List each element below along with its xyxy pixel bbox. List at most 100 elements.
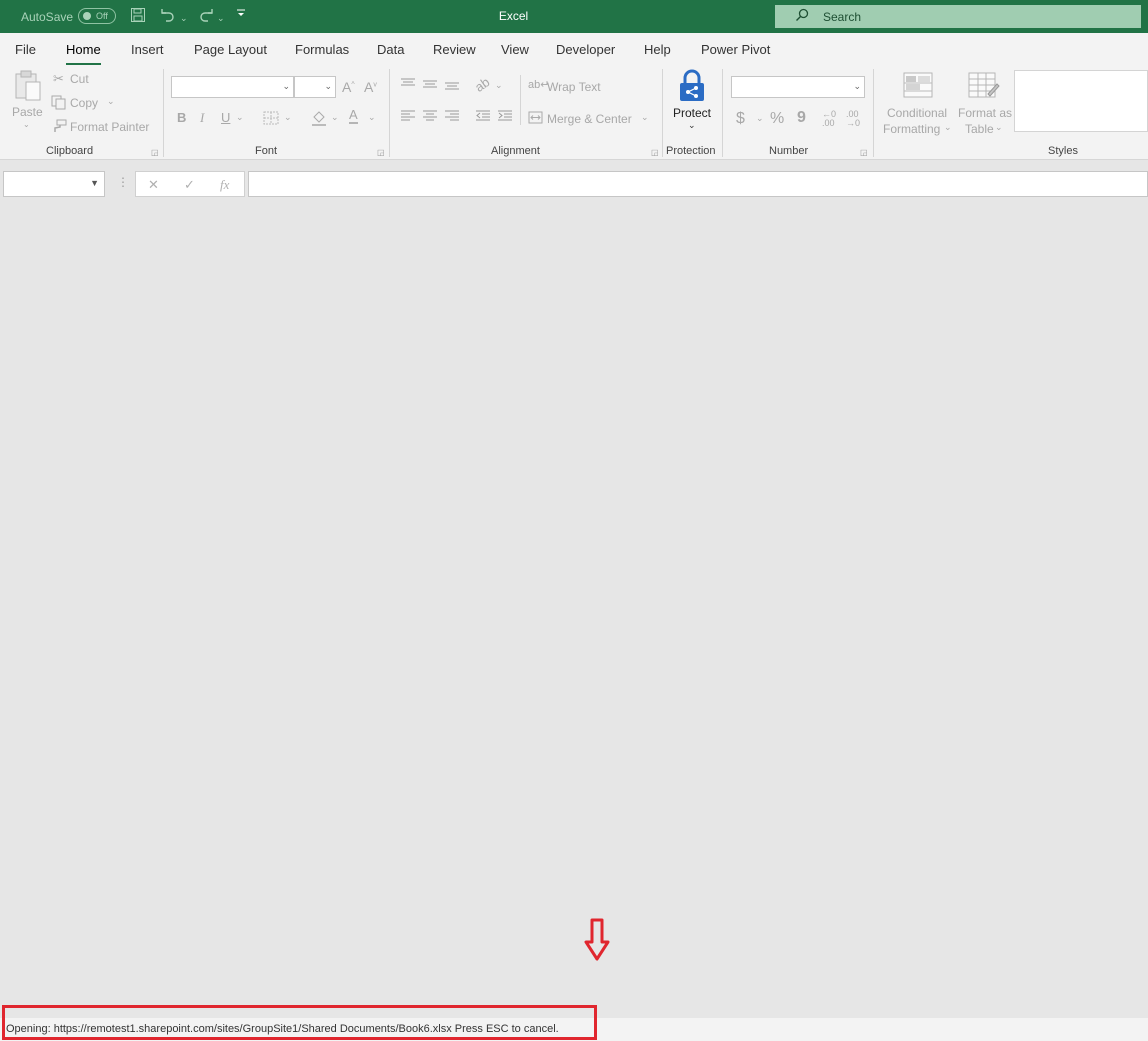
borders-dropdown-icon[interactable]: ⌄ <box>284 112 292 123</box>
orientation-dropdown-icon[interactable]: ⌄ <box>495 80 503 91</box>
underline-button[interactable]: U <box>221 110 230 125</box>
search-icon <box>795 8 809 25</box>
font-color-button[interactable]: A <box>349 108 358 124</box>
number-format-combo[interactable]: ⌄ <box>731 76 865 98</box>
clipboard-launcher-icon[interactable]: ◲ <box>151 148 159 157</box>
paste-icon[interactable] <box>13 70 43 105</box>
format-painter-button[interactable]: Format Painter <box>70 120 149 134</box>
search-placeholder: Search <box>823 10 862 24</box>
comma-style-button[interactable]: 9 <box>797 109 806 127</box>
format-painter-icon <box>52 119 67 136</box>
font-color-dropdown-icon[interactable]: ⌄ <box>368 112 376 123</box>
font-launcher-icon[interactable]: ◲ <box>377 148 385 157</box>
format-as-table-icon <box>968 72 1000 103</box>
tab-home[interactable]: Home <box>66 42 101 66</box>
tab-review[interactable]: Review <box>433 42 476 57</box>
orientation-icon[interactable]: ab <box>472 74 492 95</box>
group-label-clipboard: Clipboard <box>46 145 94 157</box>
increase-indent-icon[interactable] <box>497 110 513 125</box>
align-top-icon[interactable] <box>400 78 416 93</box>
conditional-formatting-label-2[interactable]: Formatting <box>883 122 940 136</box>
align-right-icon[interactable] <box>444 110 460 125</box>
group-label-alignment: Alignment <box>491 145 540 157</box>
currency-button[interactable]: $ <box>736 110 745 128</box>
conditional-formatting-icon <box>903 72 933 101</box>
divider <box>873 69 874 157</box>
merge-center-button[interactable]: Merge & Center <box>547 112 632 126</box>
alignment-launcher-icon[interactable]: ◲ <box>651 148 659 157</box>
paste-dropdown-icon[interactable]: ⌄ <box>23 120 30 129</box>
annotation-arrow-icon <box>584 918 610 965</box>
font-name-combo[interactable]: ⌄ <box>171 76 294 98</box>
divider <box>163 69 164 157</box>
ribbon-tabs: File Home Insert Page Layout Formulas Da… <box>0 33 1148 66</box>
divider <box>662 69 663 157</box>
protect-dropdown-icon[interactable]: ⌄ <box>688 120 696 131</box>
fill-color-dropdown-icon[interactable]: ⌄ <box>331 112 339 123</box>
tab-help[interactable]: Help <box>644 42 671 57</box>
title-bar: AutoSave Off ⌄ ⌄ Excel Search <box>0 0 1148 33</box>
workbook-area <box>0 206 1148 1018</box>
copy-button[interactable]: Copy <box>70 96 98 110</box>
group-label-font: Font <box>255 145 278 157</box>
percent-button[interactable]: % <box>770 110 784 128</box>
italic-button[interactable]: I <box>200 110 204 126</box>
group-label-protection: Protection <box>666 145 716 157</box>
format-as-table-label-2[interactable]: Table <box>965 122 994 136</box>
copy-icon <box>51 95 66 113</box>
paste-button[interactable]: Paste <box>12 105 43 119</box>
decrease-indent-icon[interactable] <box>475 110 491 125</box>
cut-button[interactable]: Cut <box>70 72 89 86</box>
tab-power-pivot[interactable]: Power Pivot <box>701 42 770 57</box>
tab-data[interactable]: Data <box>377 42 404 57</box>
conditional-formatting-label-1[interactable]: Conditional <box>887 106 947 120</box>
chevron-down-icon: ⌄ <box>853 81 861 91</box>
bold-button[interactable]: B <box>177 110 186 125</box>
chevron-down-icon: ⌄ <box>282 81 290 91</box>
font-size-combo[interactable]: ⌄ <box>294 76 336 98</box>
tab-page-layout[interactable]: Page Layout <box>194 42 267 57</box>
copy-dropdown-icon[interactable]: ⌄ <box>107 96 115 107</box>
tab-formulas[interactable]: Formulas <box>295 42 349 57</box>
tab-developer[interactable]: Developer <box>556 42 615 57</box>
name-box[interactable]: ▼ <box>3 171 105 197</box>
chevron-down-icon: ⌄ <box>324 81 332 91</box>
number-launcher-icon[interactable]: ◲ <box>860 148 868 157</box>
tab-file[interactable]: File <box>15 42 36 57</box>
wrap-text-button[interactable]: Wrap Text <box>547 80 601 94</box>
conditional-formatting-dropdown-icon[interactable]: ⌄ <box>944 122 952 133</box>
lock-share-icon[interactable] <box>676 69 708 106</box>
align-center-icon[interactable] <box>422 110 438 125</box>
annotation-highlight-box <box>2 1005 597 1040</box>
ribbon: Paste ⌄ ✂ Cut Copy ⌄ Format Painter Clip… <box>0 65 1148 160</box>
chevron-down-icon: ▼ <box>90 178 99 188</box>
decrease-font-icon[interactable]: Av <box>364 79 377 95</box>
cell-styles-gallery[interactable] <box>1014 70 1148 132</box>
cut-icon: ✂ <box>53 71 64 86</box>
search-box[interactable]: Search <box>775 5 1141 28</box>
format-as-table-label-1[interactable]: Format as <box>958 106 1012 120</box>
fill-color-icon[interactable] <box>310 109 328 130</box>
divider <box>389 69 390 157</box>
group-label-styles: Styles <box>1048 145 1078 157</box>
format-as-table-dropdown-icon[interactable]: ⌄ <box>995 122 1003 133</box>
enter-entry-icon[interactable]: ✓ <box>184 177 195 193</box>
protect-button[interactable]: Protect <box>673 106 711 120</box>
divider <box>722 69 723 157</box>
align-bottom-icon[interactable] <box>444 78 460 95</box>
cancel-entry-icon[interactable]: ✕ <box>148 177 159 193</box>
increase-decimal-icon[interactable]: ←0.00 <box>822 110 836 128</box>
underline-dropdown-icon[interactable]: ⌄ <box>236 112 244 123</box>
currency-dropdown-icon[interactable]: ⌄ <box>756 113 764 124</box>
increase-font-icon[interactable]: A^ <box>342 79 355 95</box>
tab-view[interactable]: View <box>501 42 529 57</box>
borders-icon[interactable] <box>263 111 279 128</box>
merge-dropdown-icon[interactable]: ⌄ <box>641 112 649 123</box>
tab-insert[interactable]: Insert <box>131 42 164 57</box>
insert-function-button[interactable]: fx <box>220 177 229 193</box>
formula-bar-grip-icon[interactable]: ⋮ <box>117 175 129 189</box>
align-left-icon[interactable] <box>400 110 416 125</box>
formula-input[interactable] <box>248 171 1148 197</box>
decrease-decimal-icon[interactable]: .00 →0 <box>846 110 860 128</box>
align-middle-icon[interactable] <box>422 78 438 93</box>
